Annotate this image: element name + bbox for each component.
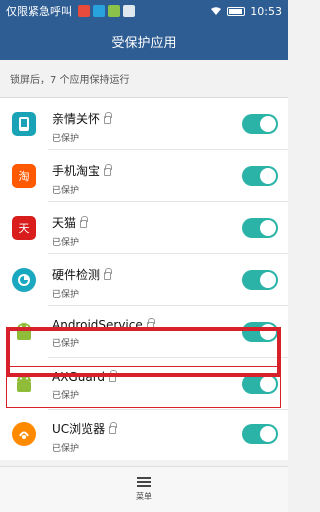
app-status: 已保护 [52, 290, 80, 300]
protect-toggle[interactable] [242, 270, 278, 290]
status-bar: 仅限紧急呼叫 10:53 [0, 0, 288, 22]
bottom-menu-bar[interactable]: 菜单 [0, 466, 288, 512]
taobao-icon: 淘 [12, 164, 36, 188]
menu-icon[interactable] [137, 477, 151, 487]
list-item[interactable]: 天 天猫 已保护 [0, 202, 288, 254]
hint-text: 锁屏后，7 个应用保持运行 [0, 60, 288, 98]
title-bar: 受保护应用 [0, 22, 288, 60]
app-name: 手机淘宝 [52, 164, 101, 178]
page-title: 受保护应用 [111, 35, 177, 51]
sim-icon [123, 5, 135, 17]
lock-icon [80, 215, 89, 228]
tmall-icon: 天 [12, 216, 36, 240]
battery-icon [227, 6, 246, 16]
list-item[interactable]: 硬件检测 已保护 [0, 254, 288, 306]
protect-toggle[interactable] [242, 114, 278, 134]
app-status: 已保护 [52, 186, 80, 196]
wifi-icon [211, 7, 222, 15]
notification-icon [93, 5, 105, 17]
app-name: 天猫 [52, 216, 77, 230]
highlight-box-axguard [6, 366, 281, 408]
clock: 10:53 [250, 4, 282, 18]
lock-icon [104, 111, 113, 124]
protect-toggle[interactable] [242, 218, 278, 238]
notification-icons [78, 5, 135, 17]
protect-toggle[interactable] [242, 166, 278, 186]
app-status: 已保护 [52, 444, 80, 454]
menu-label: 菜单 [136, 492, 152, 501]
app-status: 已保护 [52, 134, 80, 144]
protect-toggle[interactable] [242, 424, 278, 444]
uc-icon [12, 422, 36, 446]
list-item[interactable]: 淘 手机淘宝 已保护 [0, 150, 288, 202]
hardware-icon [12, 268, 36, 292]
notification-icon [108, 5, 120, 17]
phone-icon [12, 112, 36, 136]
lock-icon [109, 421, 118, 434]
list-item[interactable]: UC浏览器 已保护 [0, 408, 288, 460]
app-name: 亲情关怀 [52, 112, 101, 126]
app-name: UC浏览器 [52, 422, 106, 436]
app-status: 已保护 [52, 238, 80, 248]
app-name: 硬件检测 [52, 268, 101, 282]
list-item[interactable]: 亲情关怀 已保护 [0, 98, 288, 150]
lock-icon [104, 267, 113, 280]
lock-icon [104, 163, 113, 176]
notification-icon [78, 5, 90, 17]
carrier-text: 仅限紧急呼叫 [6, 5, 72, 18]
